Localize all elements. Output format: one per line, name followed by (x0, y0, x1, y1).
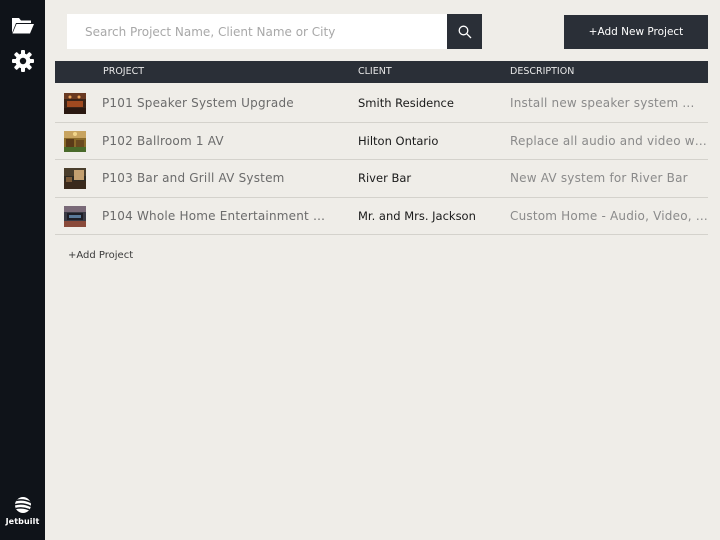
project-name: P102 Ballroom 1 AV (102, 133, 224, 148)
project-description: New AV system for River Bar (510, 171, 688, 185)
project-description: Install new speaker system ... (510, 96, 695, 110)
project-table-body: P101 Speaker System Upgrade Smith Reside… (55, 85, 708, 235)
project-thumbnail (64, 93, 86, 114)
project-name: P104 Whole Home Entertainment Sys... (102, 208, 332, 223)
table-row[interactable]: P103 Bar and Grill AV System River Bar N… (55, 160, 708, 198)
project-thumbnail (64, 168, 86, 189)
project-thumbnail (64, 130, 86, 152)
project-name: P101 Speaker System Upgrade (102, 96, 294, 110)
client-name: Mr. and Mrs. Jackson (358, 208, 476, 223)
client-name: Hilton Ontario (358, 133, 439, 148)
app-window: Jetbuilt +Add New Project PROJECT CLIENT… (0, 0, 720, 540)
folder-open-icon[interactable] (0, 16, 45, 35)
project-thumbnail (64, 205, 86, 227)
gear-icon[interactable] (0, 49, 45, 73)
add-new-project-button[interactable]: +Add New Project (564, 15, 708, 49)
project-description: Custom Home - Audio, Video, Co... (510, 208, 708, 223)
table-header: PROJECT CLIENT DESCRIPTION (55, 61, 708, 83)
add-project-link[interactable]: +Add Project (68, 250, 133, 261)
column-header-project[interactable]: PROJECT (103, 61, 144, 83)
search-icon (458, 25, 471, 38)
table-row[interactable]: P102 Ballroom 1 AV Hilton Ontario Replac… (55, 123, 708, 160)
search-input[interactable] (67, 14, 447, 49)
project-name: P103 Bar and Grill AV System (102, 171, 285, 185)
sidebar: Jetbuilt (0, 0, 45, 540)
column-header-description[interactable]: DESCRIPTION (510, 61, 574, 83)
client-name: Smith Residence (358, 96, 454, 110)
jetbuilt-logo-icon (0, 496, 45, 514)
brand-name: Jetbuilt (5, 517, 40, 526)
table-row[interactable]: P104 Whole Home Entertainment Sys... Mr.… (55, 198, 708, 235)
search-button[interactable] (447, 14, 482, 49)
brand-logo: Jetbuilt (0, 496, 45, 526)
column-header-client[interactable]: CLIENT (358, 61, 392, 83)
project-description: Replace all audio and video with ... (510, 133, 708, 148)
client-name: River Bar (358, 171, 412, 185)
table-row[interactable]: P101 Speaker System Upgrade Smith Reside… (55, 85, 708, 123)
